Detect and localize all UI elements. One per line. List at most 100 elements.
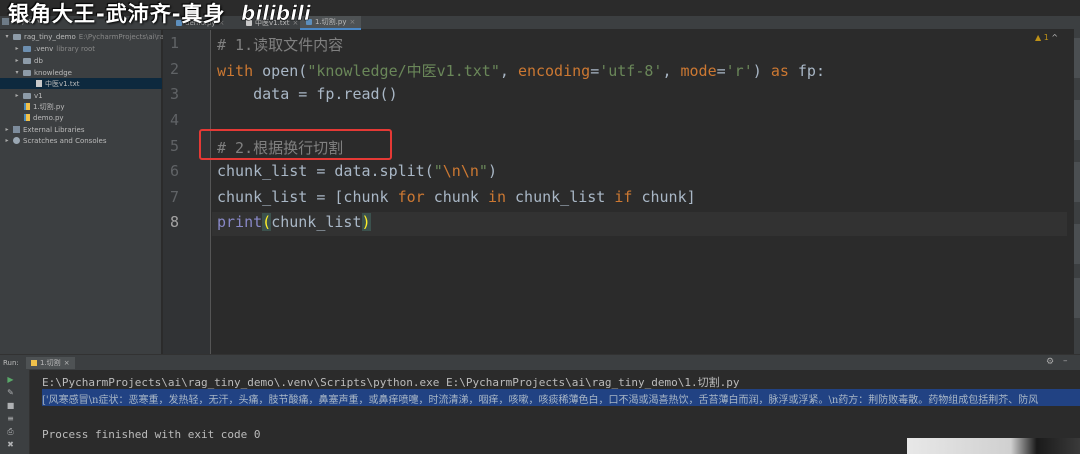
code-token: chunk_list [271,213,362,231]
code-token: with [217,62,254,80]
minimize-icon[interactable]: – [1063,356,1068,366]
chevron-right-icon[interactable]: ▸ [14,92,20,99]
tree-item-v1[interactable]: ▸ v1 [14,90,42,101]
inspection-widget[interactable]: ▲ 1 ^ [1035,33,1058,42]
code-token: chunk_list = [chunk [217,188,398,206]
code-token: chunk_list [506,188,615,206]
line-number: 4 [169,111,179,129]
tool-window-button[interactable] [1074,162,1080,202]
close-icon[interactable]: × [350,18,356,26]
console-output-line: ['风寒感冒\n症状：恶寒重，发热轻，无汗，头痛，肢节酸痛，鼻塞声重，或鼻痒喷嚏… [42,395,1039,406]
tool-window-button[interactable] [1074,100,1080,140]
code-token: "knowledge/中医v1.txt" [307,62,500,80]
code-token: = [716,62,726,80]
code-token: chunk] [632,188,696,206]
python-file-icon [176,20,182,26]
code-token: , [662,62,681,80]
tree-item-rag-tiny-demo[interactable]: ▾ rag_tiny_demo E:\PycharmProjects\ai\ra… [4,31,168,42]
line-number: 6 [169,162,179,180]
tab-strip: Project ▾ demo.py × 中医v1.txt × 1.切割.py × [0,16,1080,30]
tree-item-db[interactable]: ▸ db [14,55,43,66]
chevron-up-icon[interactable]: ^ [1051,33,1058,42]
code-line-3[interactable]: data = fp.read() [217,85,398,103]
chevron-right-icon[interactable]: ▸ [4,137,10,144]
code-token: ) [752,62,771,80]
console-output-selection[interactable]: ['风寒感冒\n症状：恶寒重，发热轻，无汗，头痛，肢节酸痛，鼻塞声重，或鼻痒喷嚏… [42,389,1080,406]
tree-item-demo-py[interactable]: demo.py [24,112,64,123]
tab-demo-py[interactable]: demo.py × [170,16,230,30]
text-file-icon [246,20,252,26]
chevron-right-icon[interactable]: ▸ [14,57,20,64]
tree-item-scratches[interactable]: ▸ Scratches and Consoles [4,135,107,146]
code-token: 'r' [725,62,753,80]
tree-item-external-libraries[interactable]: ▸ External Libraries [4,124,85,135]
tree-item-label: External Libraries [23,125,85,134]
wrench-icon[interactable]: ✎ [6,388,15,397]
tool-window-button[interactable] [1074,38,1080,78]
project-icon [2,17,9,25]
tab-label: demo.py [185,19,216,27]
tab-txt-file[interactable]: 中医v1.txt × [240,16,304,30]
code-token: " [433,162,443,180]
chevron-down-icon[interactable]: ▾ [4,33,10,40]
line-number-gutter: 1 2 3 4 5 6 7 8 [163,30,211,354]
code-token: fp: [788,62,825,80]
chevron-down-icon[interactable]: ▾ [14,69,20,76]
tab-label: 1.切割.py [315,18,347,26]
code-line-8[interactable]: print(chunk_list) [217,213,371,231]
close-icon[interactable]: × [292,19,298,27]
tree-item-hint: library root [56,44,96,53]
chevron-right-icon[interactable]: ▸ [14,45,20,52]
line-number: 1 [169,34,179,52]
line-number: 3 [169,85,179,103]
code-token: ) [361,213,371,231]
code-token: in [487,188,506,206]
tree-item-label: .venv [34,44,54,53]
code-token: chunk_list = data.split( [217,162,434,180]
console-command-line: E:\PycharmProjects\ai\rag_tiny_demo\.ven… [42,376,740,389]
tree-item-label: Scratches and Consoles [23,136,107,145]
tab-label: 中医v1.txt [255,19,290,27]
tab-qiege-py[interactable]: 1.切割.py × [300,16,362,30]
line-number: 7 [169,188,179,206]
python-file-icon [31,360,37,366]
library-icon [13,126,20,133]
folder-icon [23,45,31,52]
run-label: Run: [3,359,19,367]
close-icon[interactable]: × [64,359,70,367]
code-line-2[interactable]: with open("knowledge/中医v1.txt", encoding… [217,60,825,81]
code-editor[interactable]: # 1.读取文件内容 with open("knowledge/中医v1.txt… [212,30,1067,354]
print-icon[interactable]: ⎙ [6,427,15,436]
tree-item-qiege-py[interactable]: 1.切割.py [24,101,65,112]
gear-icon[interactable]: ⚙ [1046,357,1054,367]
close-icon[interactable]: × [219,19,225,27]
chevron-right-icon[interactable]: ▸ [4,126,10,133]
line-number: 5 [169,137,179,155]
tool-window-button[interactable] [1074,224,1080,264]
run-panel-header: Run: 1.切割 × ⚙ – [0,354,1080,370]
folder-icon [23,92,31,99]
code-token: 'utf-8' [599,62,663,80]
code-token: ( [262,213,272,231]
tree-item-txt-file[interactable]: 中医v1.txt [0,78,162,89]
stop-icon[interactable]: ■ [6,401,15,410]
code-token: ) [487,162,497,180]
code-line-7[interactable]: chunk_list = [chunk for chunk in chunk_l… [217,188,696,206]
project-tool-tab-label: Project [11,17,35,25]
code-token: = [590,62,600,80]
tree-item-label: demo.py [33,113,64,122]
tree-item-venv[interactable]: ▸ .venv library root [14,43,95,54]
tool-window-button[interactable] [1074,278,1080,318]
tree-item-knowledge[interactable]: ▾ knowledge [14,67,71,78]
rerun-icon[interactable]: ▶ [6,375,15,384]
code-token: mode [680,62,717,80]
trash-icon[interactable]: ✖ [6,440,15,449]
tree-item-label: db [34,56,43,65]
project-tool-tab[interactable]: Project ▾ [2,17,40,25]
code-line-6[interactable]: chunk_list = data.split("\n\n") [217,162,497,180]
code-token: for [397,188,425,206]
soft-wrap-icon[interactable]: ≡ [6,414,15,423]
run-tab[interactable]: 1.切割 × [26,357,75,369]
code-line-1[interactable]: # 1.读取文件内容 [217,34,343,55]
text-file-icon [36,80,42,87]
